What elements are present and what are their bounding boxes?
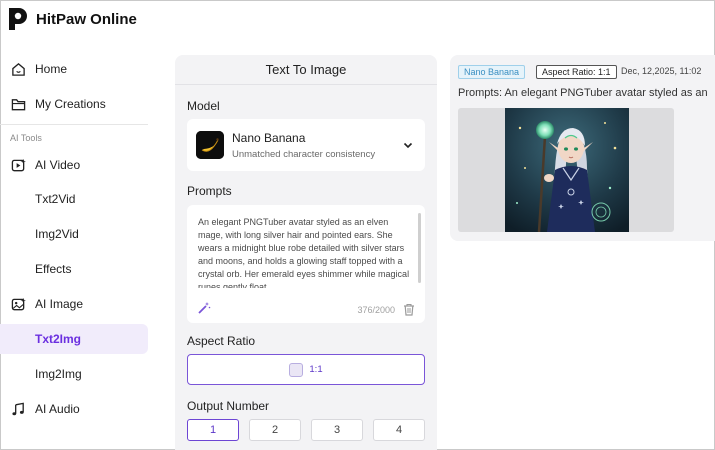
prompt-textarea[interactable]: An elegant PNGTuber avatar styled as an … bbox=[187, 205, 425, 323]
chevron-down-icon[interactable] bbox=[401, 138, 415, 152]
prompts-label: Prompts bbox=[187, 184, 232, 198]
aspect-ratio-label: Aspect Ratio bbox=[187, 334, 256, 348]
output-number-4-button[interactable]: 4 bbox=[373, 419, 425, 441]
sidebar-item-label: Txt2Img bbox=[35, 332, 82, 346]
sidebar-item-label: My Creations bbox=[35, 97, 106, 111]
banana-icon bbox=[196, 131, 224, 159]
prompt-scrollbar[interactable] bbox=[418, 213, 421, 283]
app-header: HitPaw Online bbox=[0, 0, 715, 38]
square-ratio-icon bbox=[289, 362, 304, 377]
sidebar-item-home[interactable]: Home bbox=[0, 54, 148, 84]
folder-icon bbox=[10, 96, 26, 112]
character-counter: 376/2000 bbox=[357, 305, 395, 315]
sidebar-item-txt2vid[interactable]: Txt2Vid bbox=[0, 184, 148, 214]
sidebar-item-img2img[interactable]: Img2Img bbox=[0, 359, 148, 389]
model-description: Unmatched character consistency bbox=[232, 148, 376, 160]
sidebar-item-ai-image[interactable]: AI Image bbox=[0, 289, 148, 319]
result-card: Nano Banana Aspect Ratio: 1:1 Dec, 12,20… bbox=[450, 55, 715, 241]
prompt-text[interactable]: An elegant PNGTuber avatar styled as an … bbox=[198, 216, 410, 288]
sidebar-item-txt2img[interactable]: Txt2Img bbox=[0, 324, 148, 354]
output-number-3-button[interactable]: 3 bbox=[311, 419, 363, 441]
sidebar: Home My Creations AI Tools AI Video Txt2… bbox=[0, 38, 160, 450]
image-icon bbox=[10, 296, 26, 312]
sidebar-item-label: AI Video bbox=[35, 158, 81, 172]
result-timestamp: Dec, 12,2025, 11:02 bbox=[621, 66, 702, 76]
output-number-2-button[interactable]: 2 bbox=[249, 419, 301, 441]
video-icon bbox=[10, 157, 26, 173]
music-note-icon bbox=[10, 401, 26, 417]
panel-title: Text To Image bbox=[175, 55, 437, 85]
aspect-ratio-option-1-1[interactable]: 1:1 bbox=[187, 354, 425, 385]
result-preview[interactable] bbox=[458, 108, 674, 232]
text-to-image-panel: Text To Image Model Nano Banana Unmatche… bbox=[175, 55, 437, 450]
magic-wand-icon[interactable] bbox=[197, 301, 211, 315]
sidebar-item-ai-video[interactable]: AI Video bbox=[0, 150, 148, 180]
sidebar-item-label: AI Image bbox=[35, 297, 84, 311]
sidebar-item-label: Img2Img bbox=[35, 367, 82, 381]
result-prompt: Prompts: An elegant PNGTuber avatar styl… bbox=[458, 87, 708, 99]
hitpaw-logo-icon[interactable] bbox=[6, 6, 28, 32]
generated-image[interactable] bbox=[505, 108, 629, 232]
sidebar-item-label: Txt2Vid bbox=[35, 192, 76, 206]
home-icon bbox=[10, 61, 26, 77]
aspect-ratio-tag: Aspect Ratio: 1:1 bbox=[536, 65, 617, 79]
brand-name: HitPaw Online bbox=[36, 10, 137, 28]
sidebar-item-label: Effects bbox=[35, 262, 72, 276]
sidebar-item-label: Img2Vid bbox=[35, 227, 79, 241]
sidebar-item-effects[interactable]: Effects bbox=[0, 254, 148, 284]
sidebar-item-label: Home bbox=[35, 62, 68, 76]
sidebar-item-my-creations[interactable]: My Creations bbox=[0, 89, 148, 119]
sidebar-item-ai-audio[interactable]: AI Audio bbox=[0, 394, 148, 424]
trash-icon[interactable] bbox=[403, 303, 415, 316]
aspect-ratio-value: 1:1 bbox=[309, 364, 323, 375]
model-selector[interactable]: Nano Banana Unmatched character consiste… bbox=[187, 119, 425, 171]
sidebar-divider bbox=[0, 124, 148, 125]
output-number-label: Output Number bbox=[187, 399, 270, 413]
model-tag: Nano Banana bbox=[458, 65, 526, 79]
section-label-ai-tools: AI Tools bbox=[10, 133, 42, 143]
sidebar-item-label: AI Audio bbox=[35, 402, 80, 416]
sidebar-item-img2vid[interactable]: Img2Vid bbox=[0, 219, 148, 249]
model-name: Nano Banana bbox=[232, 130, 306, 145]
output-number-1-button[interactable]: 1 bbox=[187, 419, 239, 441]
model-label: Model bbox=[187, 99, 220, 113]
